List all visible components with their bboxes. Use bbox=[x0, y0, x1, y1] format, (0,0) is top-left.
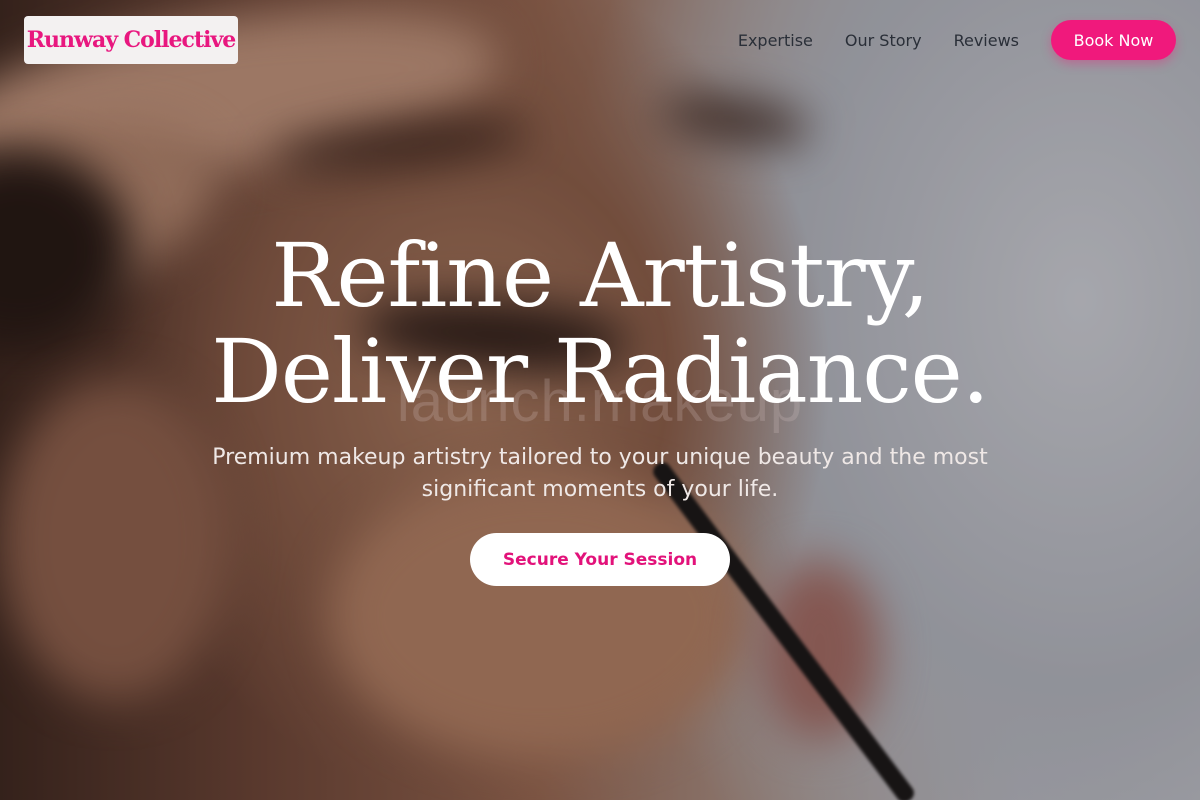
book-now-button[interactable]: Book Now bbox=[1051, 20, 1176, 60]
nav-link-reviews[interactable]: Reviews bbox=[954, 31, 1019, 50]
secure-session-button[interactable]: Secure Your Session bbox=[470, 533, 730, 586]
hero-subtitle: Premium makeup artistry tailored to your… bbox=[212, 445, 988, 502]
main-nav: Expertise Our Story Reviews Book Now bbox=[738, 20, 1176, 60]
hero-title: Refine Artistry, Deliver Radiance. bbox=[100, 228, 1100, 420]
nav-link-expertise[interactable]: Expertise bbox=[738, 31, 813, 50]
brand-logo[interactable]: Runway Collective bbox=[24, 16, 238, 64]
hero-title-line-1: Refine Artistry, bbox=[271, 224, 929, 327]
hero-title-line-2: Deliver Radiance. bbox=[211, 320, 989, 423]
nav-link-our-story[interactable]: Our Story bbox=[845, 31, 922, 50]
